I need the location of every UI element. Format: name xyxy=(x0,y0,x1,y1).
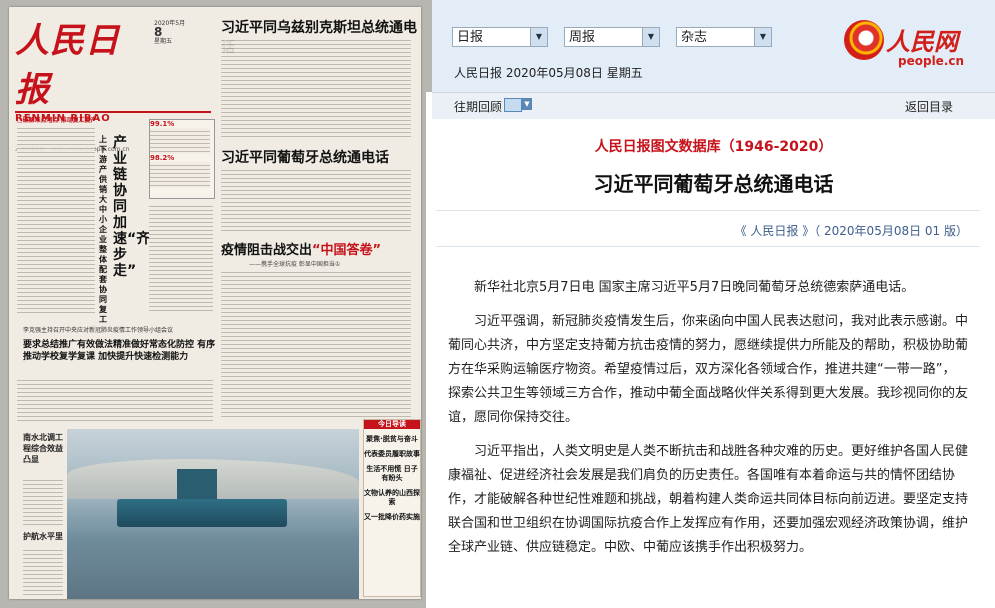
stat-box: 99.1% 98.2% xyxy=(149,119,215,199)
sidebar-item[interactable]: 聚焦·脱贫与奋斗 xyxy=(364,435,420,444)
daily-select[interactable]: 日报 ▼ xyxy=(452,27,548,47)
sidebar-item[interactable]: 代表委员履职故事 xyxy=(364,450,420,459)
logo-url: people.cn xyxy=(898,54,965,68)
nav-bar: 往期回顾 ▼ 返回目录 xyxy=(432,92,995,119)
title-divider xyxy=(436,210,980,211)
masthead: 人民日报 RENMIN RIBAO 人民网网址：http://www.peopl… xyxy=(15,13,147,153)
photo-caption-2: 护航水平里 xyxy=(23,532,63,541)
left-kicker: □破解难点堵点 推动复工复产 xyxy=(17,117,97,124)
newspaper-panel: 人民日报 RENMIN RIBAO 人民网网址：http://www.peopl… xyxy=(0,0,432,608)
article-paragraph: 习近平强调，新冠肺炎疫情发生后，你来函向中国人民表达慰问，我对此表示感谢。中葡同… xyxy=(448,314,969,425)
sidebar-item[interactable]: 又一批降价药实施 xyxy=(364,513,420,522)
mid-headline: 要求总结推广有效做法精准做好常态化防控 有序推动学校复学复课 加快提升快速检测能… xyxy=(23,340,216,362)
article-text-block xyxy=(17,377,213,421)
front-page-photo xyxy=(67,429,359,599)
database-title: 人民日报图文数据库（1946-2020） xyxy=(594,139,833,155)
top-bar: 日报 ▼ 周报 ▼ 杂志 ▼ 人民日报 2020年05月08日 星期五 人民网 … xyxy=(432,0,995,92)
photo-caption-head[interactable]: 南水北调工程综合效益凸显 xyxy=(23,432,63,465)
newspaper-page-image[interactable]: 人民日报 RENMIN RIBAO 人民网网址：http://www.peopl… xyxy=(9,7,421,599)
issue-dateline: 人民日报 2020年05月08日 星期五 xyxy=(454,66,643,80)
mid-kicker: 李克强主持召开中央应对新冠肺炎疫情工作领导小组会议 xyxy=(23,327,174,334)
people-cn-logo[interactable]: 人民网 people.cn xyxy=(844,20,984,74)
article-text-block xyxy=(149,203,213,313)
stat-pct-2: 98.2% xyxy=(150,154,175,162)
article-meta: 《 人民日报 》（ 2020年05月08日 01 版） xyxy=(734,224,968,238)
stat-text xyxy=(150,162,210,188)
article-body: 新华社北京5月7日电 国家主席习近平5月7日晚同葡萄牙总统德索萨通电话。 习近平… xyxy=(448,276,968,570)
chevron-down-icon[interactable]: ▼ xyxy=(642,28,659,46)
today-guide-sidebar: 今日导读 聚焦·脱贫与奋斗 代表委员履职故事 生活不用慌 日子有盼头 文物认养的… xyxy=(363,419,421,597)
weekly-select-value: 周报 xyxy=(569,30,596,45)
sidebar-item[interactable]: 生活不用慌 日子有盼头 xyxy=(364,465,420,483)
photo-dredger-ship xyxy=(117,499,287,527)
article-text-block xyxy=(17,125,95,315)
magazine-select[interactable]: 杂志 ▼ xyxy=(676,27,772,47)
masthead-rule xyxy=(15,111,211,113)
photo-dredger-tower xyxy=(177,469,217,501)
chevron-down-icon[interactable]: ▼ xyxy=(754,28,771,46)
vertical-headline[interactable]: 产业链协同加速“齐步走” xyxy=(113,135,150,279)
issue-day: 8 xyxy=(154,25,163,39)
past-issues-link[interactable]: 往期回顾 xyxy=(454,98,502,115)
headline-epidemic-quote: “中国答卷” xyxy=(312,243,382,258)
chevron-down-icon[interactable]: ▼ xyxy=(530,28,547,46)
logo-name: 人民网 xyxy=(886,27,958,56)
article-text-block xyxy=(23,547,63,595)
sidebar-title: 今日导读 xyxy=(364,420,420,429)
daily-select-value: 日报 xyxy=(457,30,484,45)
headline-epidemic-prefix: 疫情阻击战交出 xyxy=(221,243,313,258)
article-text-block xyxy=(221,269,411,419)
meta-divider xyxy=(436,246,980,247)
back-to-contents-link[interactable]: 返回目录 xyxy=(905,98,953,115)
headline-epidemic[interactable]: 疫情阻击战交出“中国答卷” xyxy=(221,239,381,258)
article-text-block xyxy=(221,167,411,233)
article-title: 习近平同葡萄牙总统通电话 xyxy=(593,172,834,196)
calendar-icon[interactable] xyxy=(504,98,522,112)
issue-date-box: 2020年5月 8 星期五 xyxy=(154,19,210,103)
weekly-select[interactable]: 周报 ▼ xyxy=(564,27,660,47)
magazine-select-value: 杂志 xyxy=(681,30,708,45)
article-text-block xyxy=(23,477,63,527)
issue-year: 2020年5月 xyxy=(154,20,186,27)
stat-pct-1: 99.1% xyxy=(150,120,175,128)
article-paragraph: 习近平指出，人类文明史是人类不断抗击和战胜各种灾难的历史。更好维护各国人民健康福… xyxy=(448,444,969,555)
headline-epidemic-sub: ——携手全球抗疫 彰显中国担当① xyxy=(249,261,341,268)
masthead-title: 人民日报 xyxy=(15,21,120,110)
chevron-down-icon[interactable]: ▼ xyxy=(522,98,532,110)
article-paragraph: 新华社北京5月7日电 国家主席习近平5月7日晚同葡萄牙总统德索萨通电话。 xyxy=(474,280,915,295)
stat-text xyxy=(150,128,210,154)
vertical-subheadline: 上下游产供销大中小企业整体配套协同复工 xyxy=(99,135,107,324)
sidebar-item[interactable]: 文物认养的山西探索 xyxy=(364,489,420,507)
article-text-block xyxy=(221,37,411,137)
issue-weekday: 星期五 xyxy=(154,38,173,45)
mid-headline-block[interactable]: 李克强主持召开中央应对新冠肺炎疫情工作领导小组会议 要求总结推广有效做法精准做好… xyxy=(23,325,223,363)
headline-portugal[interactable]: 习近平同葡萄牙总统通电话 xyxy=(221,147,389,167)
logo-emblem-icon xyxy=(844,20,884,60)
